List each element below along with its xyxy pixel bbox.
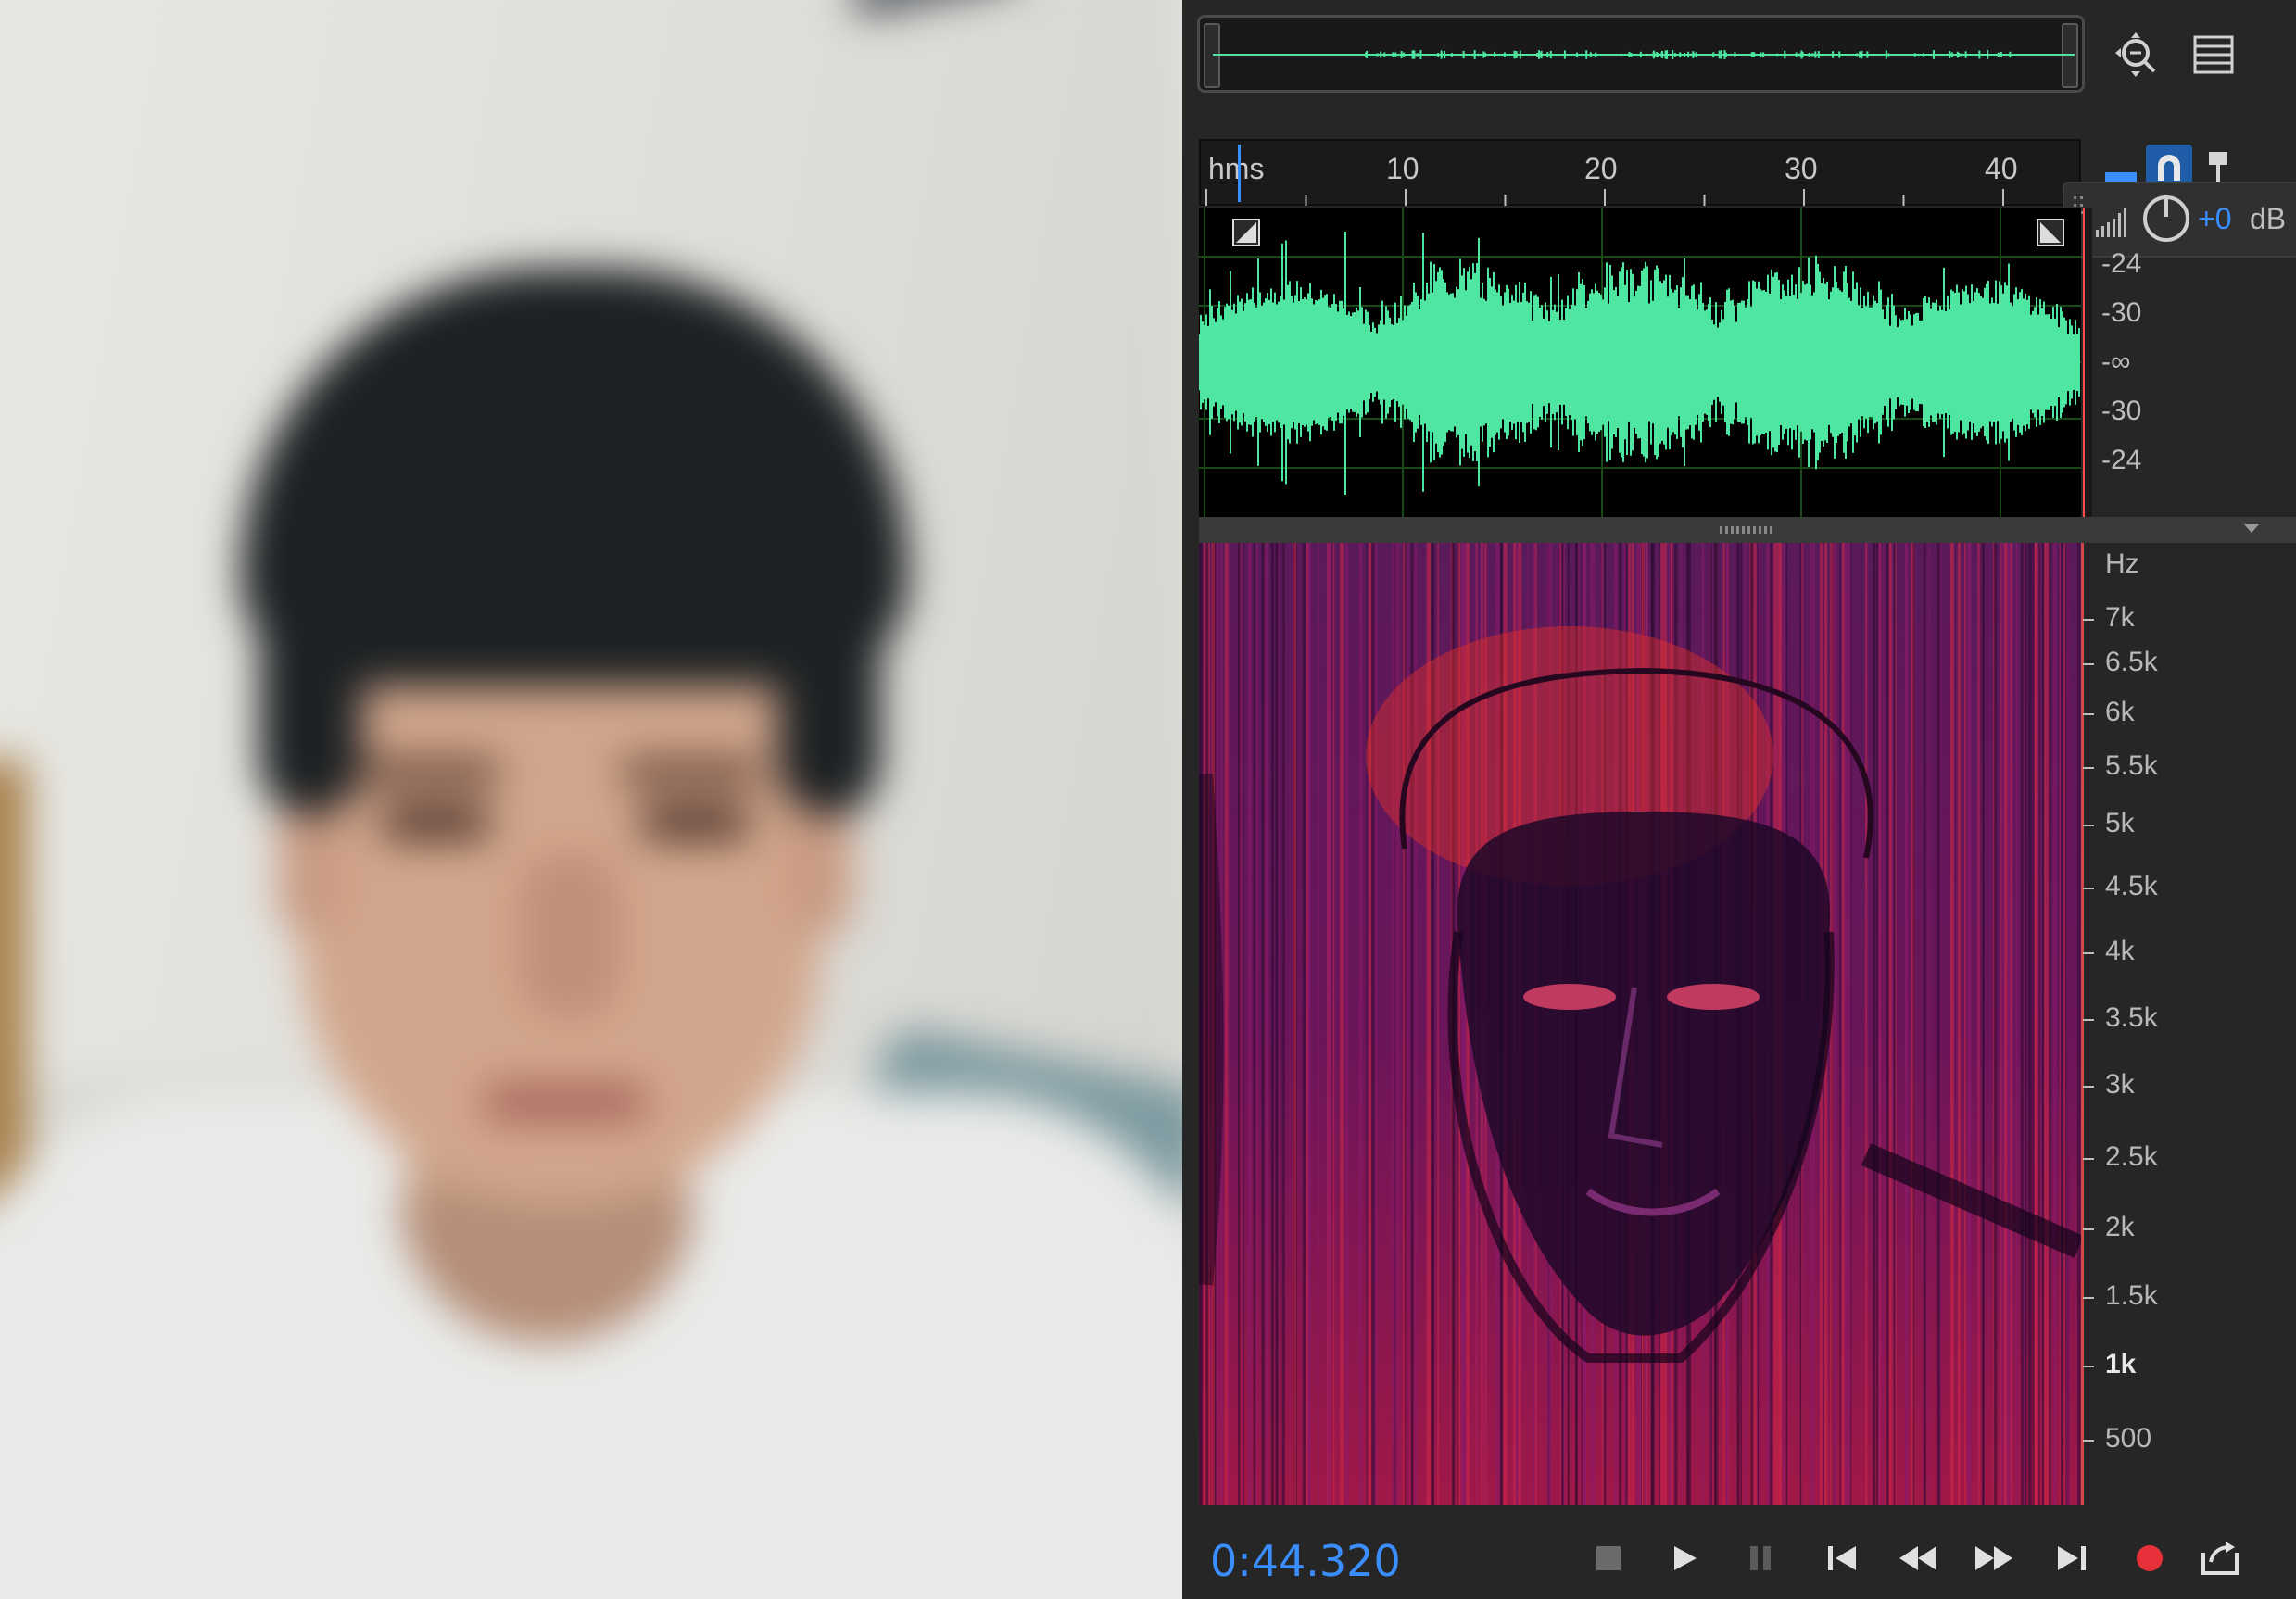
fade-in-handle-icon[interactable] <box>1232 219 1260 246</box>
overview-navigator[interactable] <box>1197 15 2085 93</box>
waveform-graph <box>1199 208 2081 517</box>
fade-out-handle-icon[interactable] <box>2037 219 2064 246</box>
photo-content <box>0 0 1182 1599</box>
rewind-icon[interactable] <box>1898 1538 1938 1579</box>
fast-forward-icon[interactable] <box>1974 1538 2014 1579</box>
chevron-down-icon[interactable] <box>2244 524 2259 533</box>
overview-waveform <box>1213 50 2075 59</box>
hz-label: 7k <box>2105 602 2135 633</box>
hz-tick <box>2083 888 2094 889</box>
hz-label: 6.5k <box>2105 647 2158 677</box>
volume-slider-indicator[interactable] <box>2105 172 2137 182</box>
db-label: -24 <box>2101 248 2142 279</box>
db-meter-strip <box>2083 208 2092 517</box>
play-icon[interactable] <box>1664 1538 1705 1579</box>
hz-tick <box>2083 1440 2094 1442</box>
spectrogram-graph <box>1199 543 2081 1505</box>
db-scale: -24 -30 -∞ -30 -24 <box>2101 208 2287 517</box>
hz-label: 5k <box>2105 808 2135 838</box>
hz-tick <box>2083 825 2094 826</box>
audio-editor-panel: hms 10 20 30 40 +0 dB -24 -30 -∞ -30 -24… <box>1182 0 2296 1599</box>
hz-tick <box>2083 1158 2094 1160</box>
db-label: -30 <box>2101 396 2142 426</box>
hz-tick <box>2083 1366 2094 1367</box>
hz-label: 1.5k <box>2105 1280 2158 1311</box>
export-share-icon[interactable] <box>2200 1538 2240 1579</box>
db-label: -∞ <box>2101 346 2131 377</box>
hz-tick <box>2083 767 2094 769</box>
hz-label: 5.5k <box>2105 750 2158 781</box>
list-view-icon[interactable] <box>2187 28 2240 82</box>
hz-label: 4.5k <box>2105 871 2158 901</box>
hz-label: 4k <box>2105 936 2135 966</box>
pane-splitter[interactable] <box>1199 517 2296 543</box>
hz-label: 6k <box>2105 697 2135 727</box>
hz-label: 3k <box>2105 1069 2135 1100</box>
splitter-grip-icon[interactable] <box>1720 526 1775 534</box>
waveform-view[interactable] <box>1199 208 2081 517</box>
hz-label: 500 <box>2105 1423 2152 1454</box>
stop-icon[interactable] <box>1588 1538 1629 1579</box>
hz-tick <box>2083 663 2094 665</box>
hz-tick <box>2083 952 2094 954</box>
record-icon[interactable] <box>2129 1538 2170 1579</box>
hz-tick <box>2083 1297 2094 1299</box>
db-label: -24 <box>2101 445 2142 475</box>
db-label: -30 <box>2101 297 2142 328</box>
hz-tick <box>2083 713 2094 715</box>
hz-label: 2k <box>2105 1212 2135 1242</box>
hz-tick <box>2083 1019 2094 1021</box>
hz-unit-label: Hz <box>2105 548 2139 579</box>
camera-preview-image <box>0 0 1182 1599</box>
hz-tick <box>2083 619 2094 621</box>
spectrogram-view[interactable] <box>1199 543 2081 1505</box>
skip-to-start-icon[interactable] <box>1822 1538 1862 1579</box>
hz-tick <box>2083 1086 2094 1088</box>
skip-to-end-icon[interactable] <box>2051 1538 2092 1579</box>
zoom-to-selection-icon[interactable] <box>2111 28 2164 82</box>
hz-label: 3.5k <box>2105 1002 2158 1033</box>
hz-tick <box>2083 1228 2094 1230</box>
pause-icon[interactable] <box>1740 1538 1781 1579</box>
spectrogram-edge <box>2081 543 2084 1505</box>
ruler-ticks <box>1205 189 2004 206</box>
transport-bar: 0:44.320 <box>1182 1516 2296 1599</box>
hz-label: 2.5k <box>2105 1141 2158 1172</box>
current-time-display[interactable]: 0:44.320 <box>1210 1536 1401 1586</box>
hz-label: 1k <box>2105 1349 2137 1379</box>
time-ruler[interactable]: hms 10 20 30 40 <box>1199 139 2081 206</box>
